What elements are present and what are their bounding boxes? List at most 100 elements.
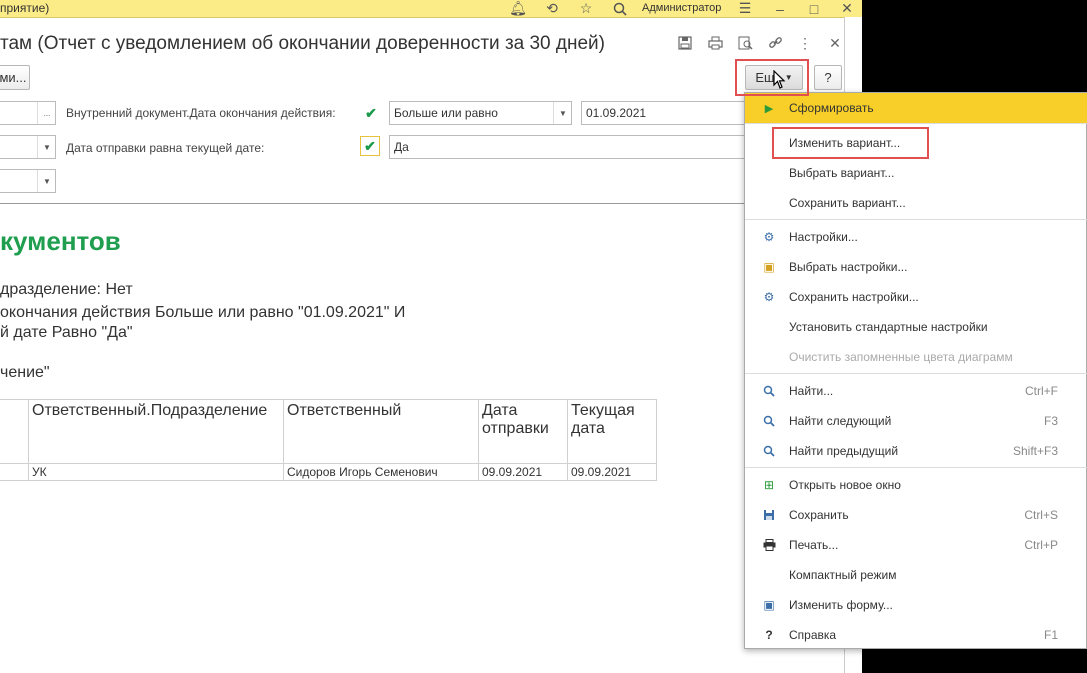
form-title: там (Отчет с уведомлением об окончании д… [0,33,605,54]
link-icon[interactable] [766,35,784,51]
chevron-down-icon[interactable]: ▼ [37,170,56,192]
menu-item-help[interactable]: ? Справка F1 [745,620,1087,650]
condition-select[interactable]: Больше или равно ▼ [389,101,572,125]
menu-icon[interactable]: ☰ [736,0,754,17]
menu-item-label: Справка [789,628,837,642]
table-header-cell: Текущая дата [567,399,657,464]
menu-separator [745,373,1087,374]
menu-item-label: Выбрать настройки... [789,260,908,274]
menu-item-shortcut: Ctrl+F [1025,384,1058,398]
help-icon: ? [765,628,773,642]
yes-no-field[interactable]: Да [389,135,747,159]
menu-item-label: Очистить запомненные цвета диаграмм [789,350,1013,364]
menu-item-save-settings[interactable]: ⚙ Сохранить настройки... [745,282,1087,312]
app-title: приятие) [0,1,50,15]
menu-separator [745,467,1087,468]
divider [0,203,844,204]
settings-button[interactable]: ми... [0,65,30,90]
save-icon [761,507,777,523]
report-title: кументов [0,226,121,256]
table-header-cell [0,399,29,464]
menu-item-compact-mode[interactable]: Компактный режим [745,560,1087,590]
close-icon[interactable]: ✕ [838,0,856,17]
more-menu: ▶ Сформировать Изменить вариант... Выбра… [744,92,1087,649]
menu-item-new-window[interactable]: ⊞ Открыть новое окно [745,470,1087,500]
menu-item-edit-form[interactable]: ▣ Изменить форму... [745,590,1087,620]
history-icon[interactable]: ⟲ [543,0,561,17]
filter-label-send-date: Дата отправки равна текущей дате: [66,141,265,155]
menu-item-settings[interactable]: ⚙ Настройки... [745,222,1087,252]
menu-item-shortcut: Ctrl+P [1024,538,1058,552]
close-form-icon[interactable]: ✕ [826,35,844,51]
condition-value: Больше или равно [394,106,498,120]
menu-item-find-next[interactable]: Найти следующий F3 [745,406,1087,436]
menu-item-find-previous[interactable]: Найти предыдущий Shift+F3 [745,436,1087,466]
menu-item-print[interactable]: Печать... Ctrl+P [745,530,1087,560]
select-field-3[interactable]: ▼ [0,169,56,193]
print-icon[interactable] [706,35,724,51]
preview-icon[interactable] [736,35,754,51]
help-button[interactable]: ? [814,65,842,90]
chevron-down-icon[interactable]: ▼ [553,102,572,124]
menu-item-choose-variant[interactable]: Выбрать вариант... [745,158,1087,188]
menu-item-label: Установить стандартные настройки [789,320,988,334]
menu-item-label: Сохранить [789,508,849,522]
search-icon[interactable] [611,0,629,17]
select-field-2[interactable]: ▼ [0,135,56,159]
header-send-date: Дата [482,402,518,419]
folder-settings-icon: ▣ [763,260,775,274]
menu-item-standard-settings[interactable]: Установить стандартные настройки [745,312,1087,342]
menu-item-shortcut: Shift+F3 [1012,444,1058,458]
report-param-3: й дате Равно "Да" [0,324,133,341]
menu-item-generate[interactable]: ▶ Сформировать [745,93,1087,123]
table-cell [0,463,29,481]
report-param-1: дразделение: Нет [0,281,133,298]
menu-item-save-variant[interactable]: Сохранить вариант... [745,188,1087,218]
search-next-icon [761,413,777,429]
header-responsible: Ответственный [287,402,402,419]
menu-separator [745,123,1087,124]
header-send-date-2: отправки [482,420,549,437]
save-icon[interactable] [676,35,694,51]
header-dept: Ответственный.Подразделение [32,402,268,419]
save-settings-icon: ⚙ [763,290,775,304]
star-icon[interactable]: ☆ [577,0,595,17]
report-param-2: окончания действия Больше или равно "01.… [0,304,406,321]
menu-item-clear-colors[interactable]: Очистить запомненные цвета диаграмм [745,342,1087,372]
more-vertical-icon[interactable]: ⋮ [796,35,814,51]
filter-enabled-checkbox-2[interactable]: ✔ [360,136,380,156]
minimize-icon[interactable]: – [771,0,789,17]
table-cell: УК [28,463,284,481]
menu-item-label: Сохранить настройки... [789,290,919,304]
menu-item-shortcut: F3 [1043,414,1058,428]
play-icon: ▶ [764,102,774,115]
edit-form-icon: ▣ [763,598,775,612]
new-window-icon: ⊞ [763,478,775,492]
select-field-1[interactable]: ... [0,101,56,125]
settings-icon: ⚙ [763,230,775,244]
chevron-down-icon[interactable]: ▼ [37,136,56,158]
table-header-cell: Дата отправки [478,399,568,464]
menu-item-label: Сохранить вариант... [789,196,906,210]
bell-icon[interactable]: 🔔︎ [509,0,527,17]
search-previous-icon [761,443,777,459]
print-icon [761,537,777,553]
filter-label-end-date: Внутренний документ.Дата окончания дейст… [66,106,336,120]
filter-enabled-checkbox-1[interactable]: ✔ [364,105,378,121]
menu-separator [745,219,1087,220]
ellipsis-button[interactable]: ... [37,102,56,124]
menu-item-label: Открыть новое окно [789,478,901,492]
menu-item-save[interactable]: Сохранить Ctrl+S [745,500,1087,530]
menu-item-find[interactable]: Найти... Ctrl+F [745,376,1087,406]
date-field[interactable]: 01.09.2021 [581,101,747,125]
menu-item-label: Изменить форму... [789,598,893,612]
table-row: УК Сидоров Игорь Семенович 09.09.2021 09… [0,463,657,481]
table-cell: 09.09.2021 [478,463,568,481]
user-name[interactable]: Администратор [642,2,721,14]
table-header-cell: Ответственный.Подразделение [28,399,284,464]
maximize-icon[interactable]: □ [805,0,823,17]
table-cell: Сидоров Игорь Семенович [283,463,479,481]
menu-item-label: Печать... [789,538,839,552]
menu-item-label: Найти... [789,384,834,398]
menu-item-choose-settings[interactable]: ▣ Выбрать настройки... [745,252,1087,282]
